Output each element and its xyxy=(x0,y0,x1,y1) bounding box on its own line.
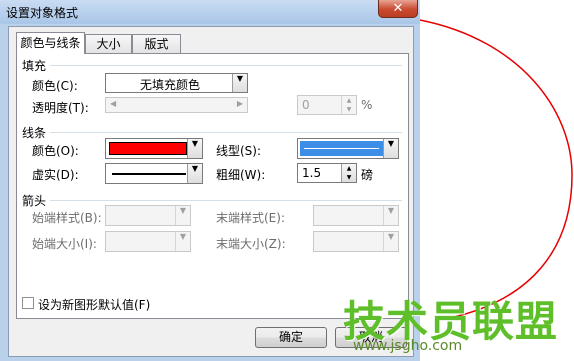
close-button[interactable]: ✕ xyxy=(378,0,418,18)
title-bar: 设置对象格式 xyxy=(0,0,420,24)
transparency-slider[interactable]: ◀ ▶ xyxy=(105,97,248,113)
begin-style-label: 始端样式(B): xyxy=(32,211,102,225)
ok-button[interactable]: 确定 xyxy=(255,327,327,348)
fill-color-label: 颜色(C): xyxy=(32,79,78,93)
begin-size-label: 始端大小(I): xyxy=(32,237,97,251)
chevron-down-icon: ▼ xyxy=(383,206,398,225)
line-color-dropdown[interactable]: ▼ xyxy=(105,138,203,159)
line-style-sample xyxy=(304,148,379,149)
dialog-title: 设置对象格式 xyxy=(6,6,79,20)
end-size-dropdown[interactable]: ▼ xyxy=(313,231,399,252)
fill-color-value: 无填充颜色 xyxy=(139,78,200,92)
arrows-divider xyxy=(50,200,402,201)
chevron-down-icon: ▼ xyxy=(187,139,202,158)
transparency-spinner[interactable]: 0 ▲ ▼ xyxy=(297,95,357,115)
chevron-down-icon: ▼ xyxy=(175,232,190,251)
transparency-label: 透明度(T): xyxy=(32,101,89,115)
dash-dropdown[interactable]: ▼ xyxy=(105,163,203,184)
transparency-value: 0 xyxy=(302,98,310,112)
weight-label: 粗细(W): xyxy=(216,168,266,182)
fill-divider xyxy=(50,65,402,66)
line-style-label: 线型(S): xyxy=(216,144,262,158)
chevron-down-icon: ▼ xyxy=(175,206,190,225)
chevron-down-icon: ▼ xyxy=(383,232,398,251)
slider-right-arrow-icon: ▶ xyxy=(236,99,243,108)
tab-layout[interactable]: 版式 xyxy=(132,34,181,53)
weight-spinner[interactable]: 1.5 ▲ ▼ xyxy=(297,163,357,183)
fill-section-title: 填充 xyxy=(22,59,47,73)
line-color-label: 颜色(O): xyxy=(32,144,79,158)
chevron-down-icon: ▼ xyxy=(232,74,247,92)
arrows-section-title: 箭头 xyxy=(22,194,47,208)
slider-left-arrow-icon: ◀ xyxy=(110,99,117,108)
transparency-unit: % xyxy=(361,98,373,112)
line-style-dropdown[interactable]: ▼ xyxy=(297,138,399,159)
default-checkbox-label: 设为新图形默认值(F) xyxy=(38,298,151,312)
dash-label: 虚实(D): xyxy=(32,168,79,182)
fill-color-dropdown[interactable]: 无填充颜色 ▼ xyxy=(105,73,248,93)
end-style-dropdown[interactable]: ▼ xyxy=(313,205,399,226)
begin-size-dropdown[interactable]: ▼ xyxy=(105,231,191,252)
line-section-title: 线条 xyxy=(22,126,47,140)
chevron-down-icon: ▼ xyxy=(187,164,202,183)
default-checkbox[interactable] xyxy=(22,297,34,309)
tab-colors-and-lines[interactable]: 颜色与线条 xyxy=(16,32,85,54)
line-style-swatch xyxy=(300,141,383,156)
weight-unit: 磅 xyxy=(361,168,374,182)
spinner-arrows-icon: ▲ ▼ xyxy=(341,96,356,114)
end-size-label: 末端大小(Z): xyxy=(216,237,286,251)
tab-size[interactable]: 大小 xyxy=(85,34,132,53)
line-color-swatch xyxy=(109,142,187,155)
line-divider xyxy=(50,132,402,133)
spinner-arrows-icon: ▲ ▼ xyxy=(341,164,356,182)
end-style-label: 末端样式(E): xyxy=(216,211,285,225)
dash-sample xyxy=(112,173,186,175)
begin-style-dropdown[interactable]: ▼ xyxy=(105,205,191,226)
chevron-down-icon: ▼ xyxy=(383,139,398,158)
close-icon: ✕ xyxy=(392,1,404,16)
weight-value: 1.5 xyxy=(302,166,322,180)
watermark-url: www.jsgho.com xyxy=(353,338,463,354)
